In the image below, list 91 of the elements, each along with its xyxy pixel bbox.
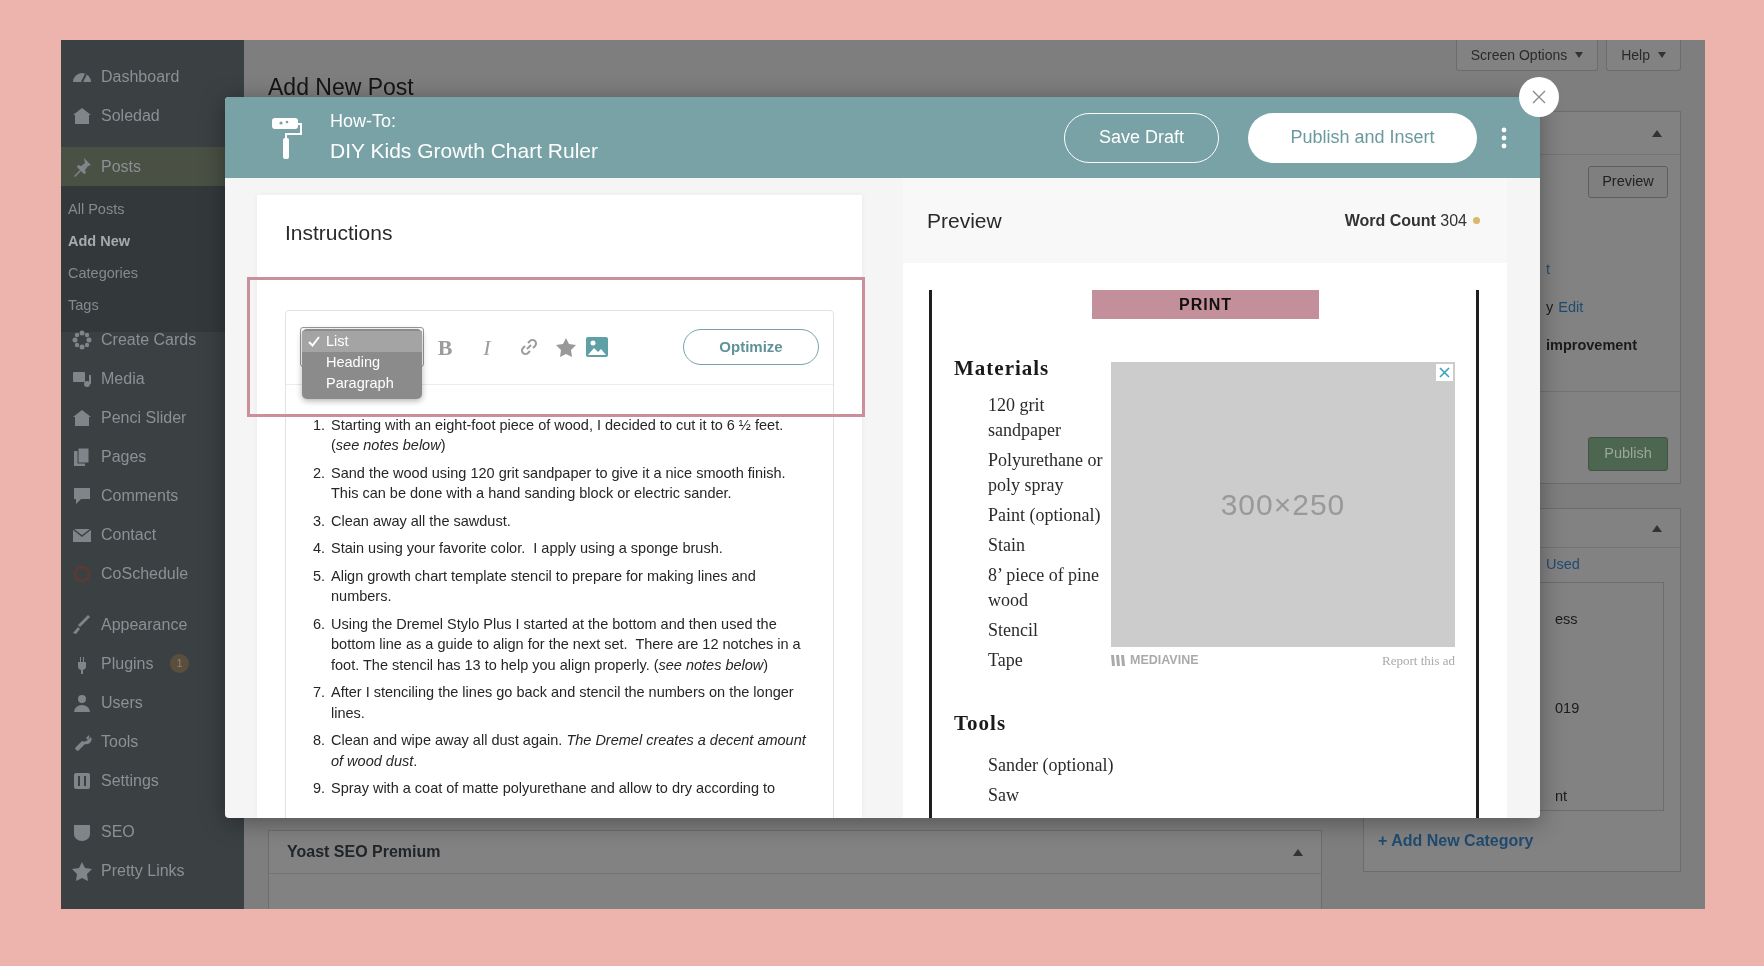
- list-item: 8’ piece of pine wood: [988, 563, 1101, 612]
- list-item: Polyurethane or poly spray: [988, 448, 1104, 497]
- close-icon: [1532, 90, 1546, 104]
- flower-icon: [72, 329, 92, 350]
- bold-button[interactable]: B: [424, 330, 466, 364]
- menu-item[interactable]: Paragraph: [302, 373, 422, 394]
- italic-button[interactable]: I: [466, 330, 508, 364]
- sidebar-item[interactable]: Appearance: [61, 605, 244, 644]
- word-count: Word Count 304: [1344, 210, 1467, 231]
- list-item: 6. Using the Dremel Stylo Plus I started at the bottom and then used the bottom line as a guide to align for the next set. There are 12 notches in a foot. The stencil has 13 to help you align properly. (see notes below): [313, 614, 802, 675]
- pin-icon: [72, 156, 92, 177]
- link[interactable]: Edit: [1558, 297, 1584, 319]
- caret-icon: [1658, 52, 1666, 58]
- category-label: nt: [1555, 787, 1568, 807]
- category-label: ess: [1555, 610, 1578, 629]
- status-text: y: [1546, 298, 1554, 318]
- help-tab[interactable]: Help: [1606, 40, 1681, 71]
- list-item: 3. Clean away all the sawdust.: [313, 511, 512, 531]
- list-item: Sander (optional): [988, 754, 1115, 777]
- sidebar-item[interactable]: Dashboard: [61, 57, 244, 96]
- list-item: Saw: [988, 784, 1020, 807]
- sidebar-item[interactable]: Media: [61, 359, 244, 398]
- list-item: 5. Align growth chart template stencil to prepare for making lines and numbers.: [313, 566, 757, 606]
- sidebar-item[interactable]: Pages: [61, 437, 244, 476]
- section-heading: Materials: [954, 355, 1051, 382]
- list-item: 9. Spray with a coat of matte polyurethane and allow to dry according to: [313, 779, 777, 798]
- link[interactable]: t: [1546, 259, 1551, 281]
- star-icon[interactable]: [556, 337, 576, 357]
- menu-item[interactable]: Heading: [302, 352, 422, 373]
- publish-button[interactable]: Publish: [1588, 437, 1668, 471]
- screen-options-tab[interactable]: Screen Options: [1455, 40, 1599, 71]
- sidebar-item[interactable]: CoSchedule: [61, 554, 244, 593]
- list-item: 8. Clean and wipe away all dust again. The Dremel creates a decent amount of wood dust.: [313, 731, 808, 771]
- type-label: How-To:: [330, 110, 397, 134]
- sidebar-item[interactable]: Comments: [61, 476, 244, 515]
- section-heading: Tools: [954, 709, 1008, 737]
- sidebar-item[interactable]: Penci Slider: [61, 398, 244, 437]
- document-icon: [72, 446, 92, 467]
- check-icon: [308, 336, 320, 347]
- publish-insert-button[interactable]: Publish and Insert: [1248, 112, 1477, 163]
- preview-button[interactable]: Preview: [1588, 166, 1668, 198]
- close-button[interactable]: [1519, 77, 1559, 117]
- house-icon: [72, 407, 92, 428]
- ring-icon: [72, 563, 92, 584]
- print-button[interactable]: PRINT: [1092, 290, 1319, 319]
- status-dot: [1473, 217, 1480, 224]
- image-icon[interactable]: [586, 337, 608, 357]
- list-item: 7. After I stenciling the lines go back and stencil the numbers on the longer lines.: [313, 683, 795, 723]
- add-category-link[interactable]: + Add New Category: [1378, 832, 1534, 849]
- page-title: Add New Post: [268, 73, 415, 102]
- paint-roller-icon: [270, 115, 302, 160]
- list-item: Stencil: [988, 618, 1039, 642]
- collapse-icon[interactable]: [1652, 129, 1662, 137]
- optimize-button[interactable]: Optimize: [683, 329, 819, 365]
- status-text: improvement: [1546, 336, 1638, 356]
- list-item: 2. Sand the wood using 120 grit sandpaper to give it a nice smooth finish. This can be done with a hand sanding block or electric sander.: [313, 463, 787, 503]
- brand-name: MEDIAVINE: [1130, 652, 1199, 670]
- list-item: 120 grit sandpaper: [988, 393, 1062, 442]
- collapse-icon[interactable]: [1652, 524, 1662, 532]
- list-item: 1. Starting with an eight-foot piece of wood, I decided to cut it to 6 ½ feet. (see notes below): [313, 415, 785, 455]
- star-icon: [72, 860, 92, 881]
- collapse-icon[interactable]: [1293, 848, 1303, 856]
- section-heading: Preview: [927, 207, 1002, 234]
- sidebar-item[interactable]: Tools: [61, 722, 244, 761]
- report-link[interactable]: Report this ad: [1382, 651, 1455, 671]
- more-icon[interactable]: [1501, 125, 1507, 150]
- logo-icon: [1111, 655, 1127, 667]
- close-icon[interactable]: [1436, 364, 1453, 381]
- menu-item[interactable]: List: [302, 331, 422, 352]
- sidebar-item[interactable]: Settings: [61, 761, 244, 800]
- list-item: 4. Stain using your favorite color. I apply using a sponge brush.: [313, 539, 724, 558]
- modal-title: DIY Kids Growth Chart Ruler: [330, 138, 599, 165]
- panel-title: Yoast SEO Premium: [287, 842, 441, 862]
- person-icon: [72, 692, 92, 713]
- category-tab[interactable]: Used: [1546, 554, 1580, 576]
- category-label: 019: [1555, 698, 1580, 718]
- sidebar-item[interactable]: Pretty Links: [61, 851, 244, 890]
- sidebar-item[interactable]: Contact: [61, 515, 244, 554]
- sidebar-item[interactable]: Soledad: [61, 96, 244, 135]
- list-item: Tape: [988, 648, 1024, 672]
- list-item: Paint (optional): [988, 503, 1102, 527]
- sidebar-item[interactable]: Create Cards: [61, 320, 244, 359]
- section-heading: Instructions: [285, 220, 394, 246]
- save-draft-button[interactable]: Save Draft: [1064, 112, 1219, 163]
- sidebar-item[interactable]: SEO: [61, 812, 244, 851]
- sidebar-item[interactable]: Users: [61, 683, 244, 722]
- link-icon[interactable]: [519, 337, 539, 357]
- house-icon: [72, 105, 92, 126]
- speech-bubble-icon: [72, 485, 92, 506]
- caret-icon: [1575, 52, 1584, 58]
- list-item: Stain: [988, 533, 1026, 557]
